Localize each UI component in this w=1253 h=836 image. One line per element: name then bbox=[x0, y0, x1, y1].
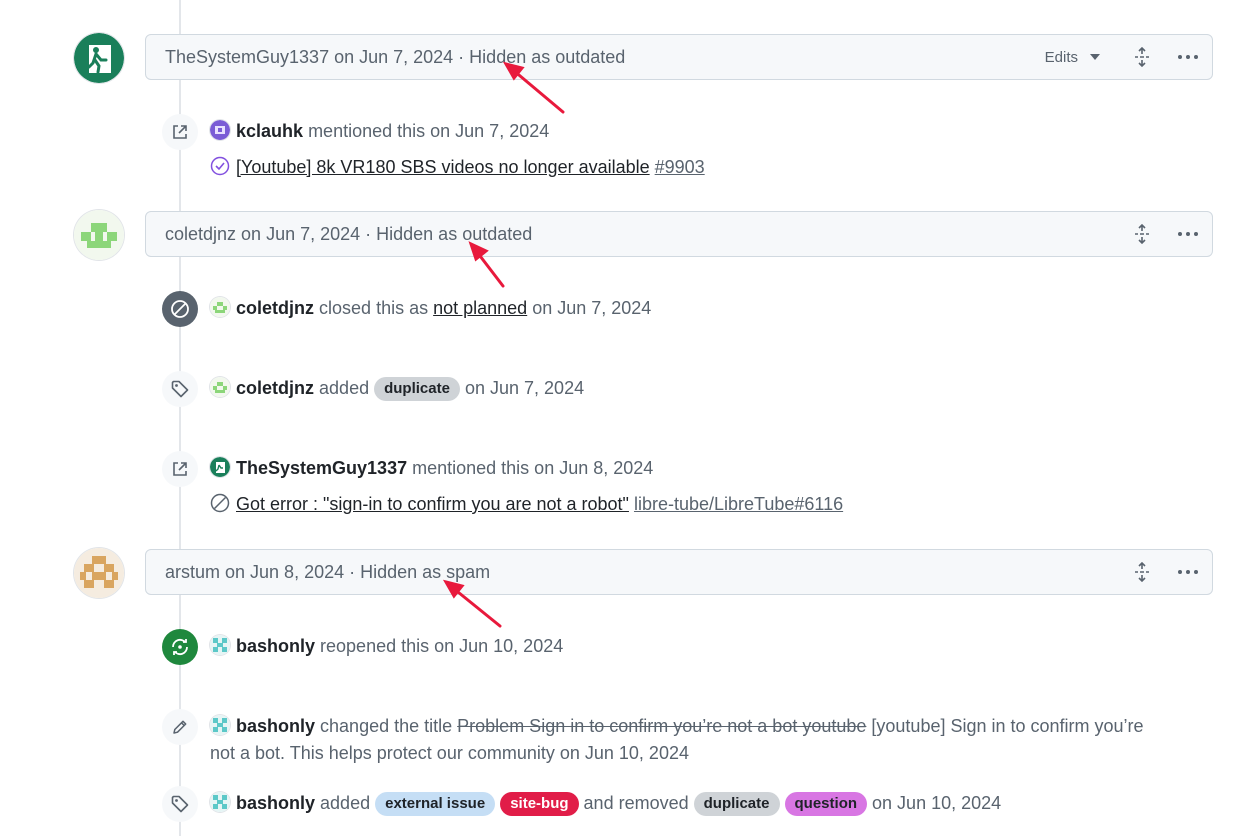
edits-dropdown[interactable]: Edits bbox=[1045, 49, 1100, 66]
reference-title[interactable]: Got error : "sign-in to confirm you are … bbox=[236, 494, 629, 514]
tag-icon bbox=[171, 795, 189, 813]
link-external-icon bbox=[173, 125, 187, 139]
pencil-icon bbox=[173, 720, 187, 734]
skip-icon bbox=[171, 300, 189, 318]
reference-title[interactable]: [Youtube] 8k VR180 SBS videos no longer … bbox=[236, 157, 650, 177]
event-date: on Jun 10, 2024 bbox=[559, 743, 689, 763]
event-user[interactable]: coletdjnz bbox=[236, 378, 314, 398]
event-user[interactable]: coletdjnz bbox=[236, 298, 314, 318]
event-user[interactable]: bashonly bbox=[236, 793, 315, 813]
closed-badge bbox=[162, 291, 198, 327]
avatar-coletdjnz[interactable] bbox=[74, 210, 124, 260]
kebab-horizontal-icon[interactable] bbox=[1176, 45, 1200, 69]
annotation-arrow-2 bbox=[475, 250, 505, 288]
avatar-arstum[interactable] bbox=[74, 548, 124, 598]
chevron-down-icon bbox=[1090, 54, 1100, 60]
label-duplicate[interactable]: duplicate bbox=[374, 377, 460, 401]
event-action: added bbox=[319, 378, 370, 398]
event-action: mentioned this on Jun 7, 2024 bbox=[308, 121, 550, 141]
event-action-removed: and removed bbox=[583, 793, 689, 813]
avatar-thesystemguy-small[interactable] bbox=[210, 457, 230, 477]
skip-icon bbox=[210, 493, 230, 518]
hidden-comment-text: TheSystemGuy1337 on Jun 7, 2024 · Hidden… bbox=[165, 46, 626, 67]
cross-reference-badge bbox=[162, 451, 198, 487]
avatar-kclauhk[interactable] bbox=[210, 120, 230, 140]
event-renamed: bashonly changed the title Problem Sign … bbox=[210, 713, 1150, 767]
event-action: added bbox=[320, 793, 371, 813]
hidden-comment-2[interactable]: coletdjnz on Jun 7, 2024 · Hidden as out… bbox=[145, 211, 1213, 257]
event-action: changed the title bbox=[320, 716, 453, 736]
reference-issue-9903[interactable]: [Youtube] 8k VR180 SBS videos no longer … bbox=[210, 156, 705, 181]
event-reopened: bashonly reopened this on Jun 10, 2024 bbox=[210, 635, 563, 657]
avatar-bashonly[interactable] bbox=[210, 635, 230, 655]
unfold-icon[interactable] bbox=[1130, 222, 1154, 246]
event-user[interactable]: bashonly bbox=[236, 716, 315, 736]
event-mention-2: TheSystemGuy1337 mentioned this on Jun 8… bbox=[210, 457, 653, 479]
close-reason-link[interactable]: not planned bbox=[433, 298, 527, 318]
event-user[interactable]: bashonly bbox=[236, 636, 315, 656]
kebab-horizontal-icon[interactable] bbox=[1176, 560, 1200, 584]
avatar-coletdjnz-small[interactable] bbox=[210, 377, 230, 397]
event-user[interactable]: TheSystemGuy1337 bbox=[236, 458, 407, 478]
hidden-comment-text: coletdjnz on Jun 7, 2024 · Hidden as out… bbox=[165, 223, 533, 244]
avatar-bashonly[interactable] bbox=[210, 792, 230, 812]
event-action: closed this as bbox=[319, 298, 429, 318]
old-title: Problem Sign in to confirm you’re not a … bbox=[457, 716, 867, 736]
hidden-comment-1[interactable]: TheSystemGuy1337 on Jun 7, 2024 · Hidden… bbox=[145, 34, 1213, 80]
event-action: reopened this on Jun 10, 2024 bbox=[320, 636, 564, 656]
event-mention-1: kclauhk mentioned this on Jun 7, 2024 bbox=[210, 120, 549, 142]
edits-label: Edits bbox=[1044, 48, 1078, 66]
label-duplicate[interactable]: duplicate bbox=[693, 792, 780, 816]
event-action: mentioned this on Jun 8, 2024 bbox=[412, 458, 654, 478]
event-labeled-1: coletdjnz added duplicate on Jun 7, 2024 bbox=[210, 377, 584, 401]
link-external-icon bbox=[173, 462, 187, 476]
issue-closed-icon bbox=[210, 156, 230, 181]
event-date: on Jun 7, 2024 bbox=[464, 378, 585, 398]
hidden-comment-text: arstum on Jun 8, 2024 · Hidden as spam bbox=[165, 561, 491, 582]
event-date: on Jun 10, 2024 bbox=[872, 793, 1002, 813]
avatar-bashonly[interactable] bbox=[210, 715, 230, 735]
event-labeled-2: bashonly added external issue site-bug a… bbox=[210, 792, 1001, 816]
event-closed: coletdjnz closed this as not planned on … bbox=[210, 297, 651, 319]
unfold-icon[interactable] bbox=[1130, 560, 1154, 584]
label-badge bbox=[162, 371, 198, 407]
reference-id[interactable]: #9903 bbox=[655, 157, 705, 177]
unfold-icon[interactable] bbox=[1130, 45, 1154, 69]
hidden-comment-3[interactable]: arstum on Jun 8, 2024 · Hidden as spam bbox=[145, 549, 1213, 595]
cross-reference-badge bbox=[162, 114, 198, 150]
reopened-badge bbox=[162, 629, 198, 665]
event-date: on Jun 7, 2024 bbox=[532, 298, 652, 318]
avatar-coletdjnz-small[interactable] bbox=[210, 297, 230, 317]
reference-id[interactable]: libre-tube/LibreTube#6116 bbox=[634, 494, 843, 514]
reference-libretube-6116[interactable]: Got error : "sign-in to confirm you are … bbox=[210, 493, 843, 518]
label-external-issue[interactable]: external issue bbox=[375, 792, 496, 816]
tag-icon bbox=[171, 380, 189, 398]
avatar-thesystemguy[interactable] bbox=[74, 33, 124, 83]
issue-reopened-icon bbox=[172, 638, 188, 656]
rename-badge bbox=[162, 709, 198, 745]
label-site-bug[interactable]: site-bug bbox=[500, 792, 579, 816]
label-badge bbox=[162, 786, 198, 822]
event-user[interactable]: kclauhk bbox=[236, 121, 303, 141]
label-question[interactable]: question bbox=[784, 792, 868, 816]
kebab-horizontal-icon[interactable] bbox=[1176, 222, 1200, 246]
